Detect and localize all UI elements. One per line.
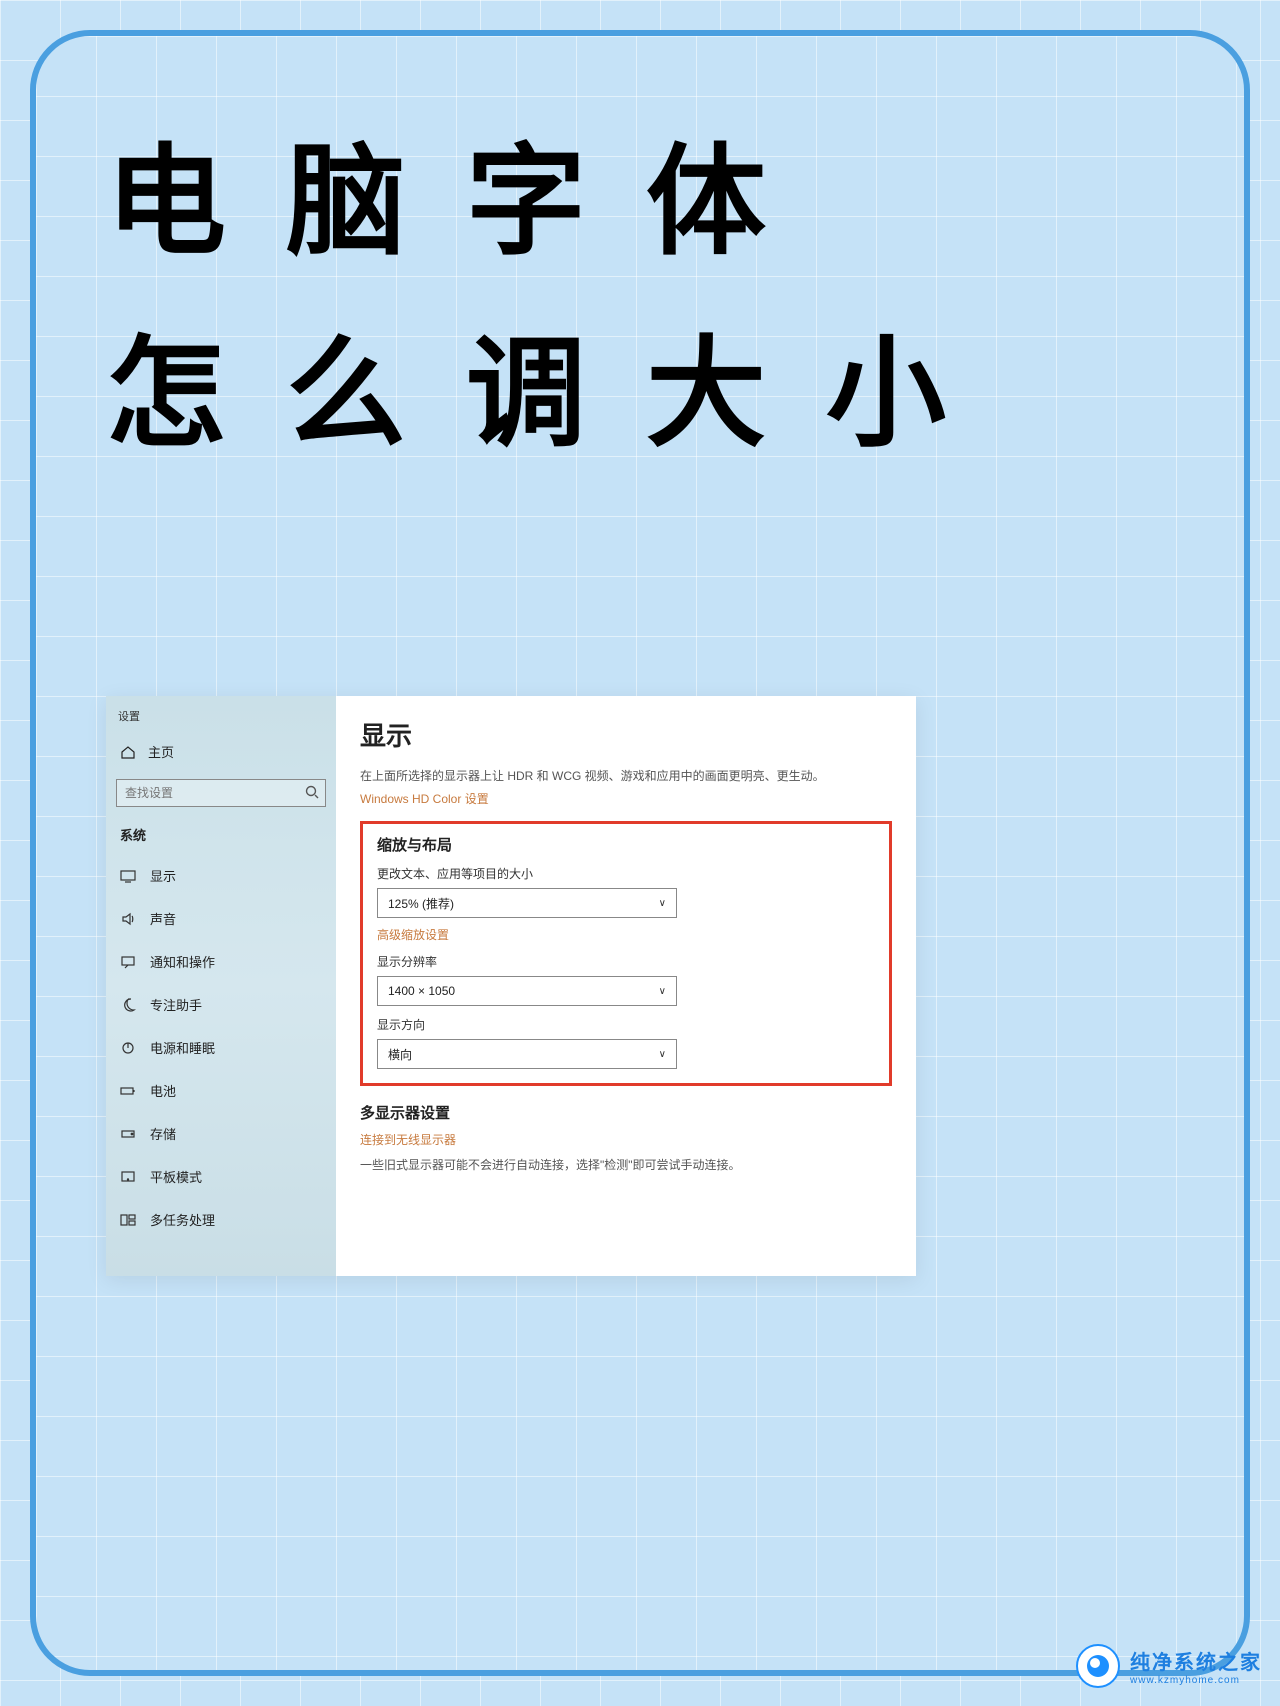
sidebar-item-display[interactable]: 显示 (106, 854, 336, 897)
sidebar-item-label: 专注助手 (150, 995, 202, 1014)
watermark-text-en: www.kzmyhome.com (1130, 1675, 1262, 1686)
wireless-link[interactable]: 连接到无线显示器 (360, 1133, 456, 1147)
sidebar-item-notifications[interactable]: 通知和操作 (106, 940, 336, 983)
sidebar-item-multitask[interactable]: 多任务处理 (106, 1198, 336, 1241)
sidebar-item-label: 电池 (150, 1081, 176, 1100)
app-label: 设置 (106, 704, 336, 732)
resolution-value: 1400 × 1050 (388, 984, 455, 998)
content-panel: 显示 在上面所选择的显示器上让 HDR 和 WCG 视频、游戏和应用中的画面更明… (336, 696, 916, 1276)
display-icon (120, 868, 136, 884)
sidebar-item-label: 显示 (150, 866, 176, 885)
storage-icon (120, 1126, 136, 1142)
battery-icon (120, 1083, 136, 1099)
hdr-description: 在上面所选择的显示器上让 HDR 和 WCG 视频、游戏和应用中的画面更明亮、更… (360, 767, 892, 786)
sidebar-item-label: 多任务处理 (150, 1210, 215, 1229)
sidebar-item-focus[interactable]: 专注助手 (106, 983, 336, 1026)
scale-value: 125% (推荐) (388, 895, 454, 912)
orientation-label: 显示方向 (377, 1016, 875, 1033)
watermark-text-cn: 纯净系统之家 (1130, 1646, 1262, 1675)
focus-icon (120, 997, 136, 1013)
headline-area: 电脑字体 怎么调大小 (36, 36, 1244, 490)
highlight-box: 缩放与布局 更改文本、应用等项目的大小 125% (推荐) ∨ 高级缩放设置 显… (360, 821, 892, 1086)
section-system: 系统 (106, 815, 336, 854)
headline-line-2: 怎么调大小 (106, 298, 1174, 490)
tablet-icon (120, 1169, 136, 1185)
sidebar-item-tablet[interactable]: 平板模式 (106, 1155, 336, 1198)
watermark: 纯净系统之家 www.kzmyhome.com (1076, 1644, 1262, 1688)
settings-window: 设置 主页 系统 显示 (106, 696, 916, 1276)
scale-label: 更改文本、应用等项目的大小 (377, 865, 875, 882)
poster-frame: 电脑字体 怎么调大小 设置 主页 系统 (30, 30, 1250, 1676)
watermark-logo-icon (1076, 1644, 1120, 1688)
chevron-down-icon: ∨ (659, 986, 666, 997)
orientation-value: 横向 (388, 1046, 412, 1063)
sidebar-item-power[interactable]: 电源和睡眠 (106, 1026, 336, 1069)
detect-description: 一些旧式显示器可能不会进行自动连接，选择"检测"即可尝试手动连接。 (360, 1156, 892, 1173)
home-button[interactable]: 主页 (106, 732, 336, 771)
sound-icon (120, 911, 136, 927)
sidebar-item-label: 平板模式 (150, 1167, 202, 1186)
settings-screenshot: 设置 主页 系统 显示 (106, 696, 916, 1276)
page-title: 显示 (360, 716, 892, 753)
chevron-down-icon: ∨ (659, 898, 666, 909)
resolution-label: 显示分辨率 (377, 953, 875, 970)
search-input[interactable] (116, 779, 326, 807)
multitask-icon (120, 1212, 136, 1228)
hdr-link[interactable]: Windows HD Color 设置 (360, 792, 489, 806)
search-icon (304, 784, 320, 800)
scale-heading: 缩放与布局 (377, 834, 875, 855)
headline-line-1: 电脑字体 (106, 106, 1174, 298)
sidebar-item-battery[interactable]: 电池 (106, 1069, 336, 1112)
sidebar-item-label: 声音 (150, 909, 176, 928)
multi-display-heading: 多显示器设置 (360, 1102, 892, 1123)
scale-select[interactable]: 125% (推荐) ∨ (377, 888, 677, 918)
sidebar-item-storage[interactable]: 存储 (106, 1112, 336, 1155)
sidebar-item-label: 电源和睡眠 (150, 1038, 215, 1057)
chevron-down-icon: ∨ (659, 1049, 666, 1060)
sidebar-item-label: 存储 (150, 1124, 176, 1143)
home-icon (120, 744, 136, 760)
home-label: 主页 (148, 742, 174, 761)
resolution-select[interactable]: 1400 × 1050 ∨ (377, 976, 677, 1006)
advanced-scaling-link[interactable]: 高级缩放设置 (377, 926, 875, 943)
sidebar: 设置 主页 系统 显示 (106, 696, 336, 1276)
power-icon (120, 1040, 136, 1056)
orientation-select[interactable]: 横向 ∨ (377, 1039, 677, 1069)
sidebar-item-label: 通知和操作 (150, 952, 215, 971)
sidebar-item-sound[interactable]: 声音 (106, 897, 336, 940)
search-container (116, 779, 326, 807)
notifications-icon (120, 954, 136, 970)
